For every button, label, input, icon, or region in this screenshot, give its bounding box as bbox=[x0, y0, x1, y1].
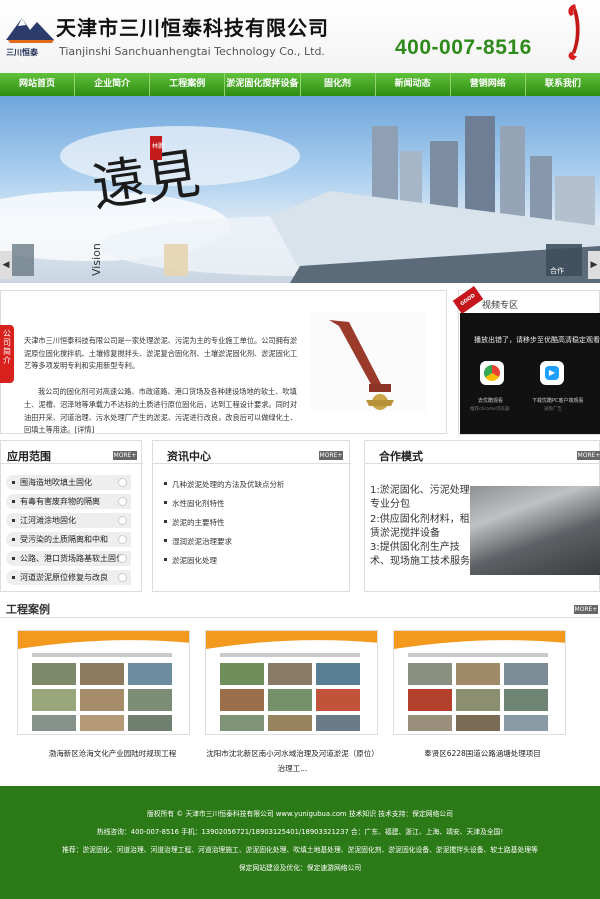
banner-seal: 林鹏 bbox=[152, 142, 164, 150]
about-paragraph-1: 天津市三川恒泰科技有限公司是一家处理淤泥、污泥为主的专业施工单位。公司拥有淤泥原… bbox=[24, 335, 298, 371]
application-item-label: 江河滩涂地固化 bbox=[20, 516, 76, 525]
divider bbox=[1, 463, 143, 464]
site-footer: 版权所有 © 天津市三川恒泰科技有限公司 www.yunigubua.com 技… bbox=[0, 786, 600, 899]
nav-curing-agent[interactable]: 固化剂 bbox=[301, 73, 376, 96]
youku-watch-link[interactable]: 去优酷观看 bbox=[478, 397, 503, 404]
hotline-number: 400-007-8516 bbox=[395, 36, 532, 59]
case-image-1 bbox=[18, 631, 189, 731]
banner-prev-button[interactable]: ◀ bbox=[0, 251, 12, 279]
divider bbox=[365, 463, 600, 464]
coop-title: 合作模式 bbox=[379, 450, 423, 463]
about-text: 天津市三川恒泰科技有限公司是一家处理淤泥、污泥为主的专业施工单位。公司拥有淤泥原… bbox=[24, 322, 300, 437]
application-item[interactable]: 受污染的土质隔离和中和 bbox=[6, 532, 131, 547]
news-item[interactable]: 湿润淤泥治理要求 bbox=[164, 536, 232, 547]
banner-vision-text: Vision bbox=[90, 243, 103, 276]
footer-copyright: 版权所有 © 天津市三川恒泰科技有限公司 www.yunigubua.com 技… bbox=[147, 810, 453, 818]
site-header: 三川恒泰 天津市三川恒泰科技有限公司 Tianjinshi Sanchuanhe… bbox=[0, 0, 600, 73]
application-item-label: 公路、港口货场路基软土固化 bbox=[20, 554, 124, 563]
banner-thumb-caption: 合作 bbox=[550, 266, 564, 275]
news-panel: 资讯中心 MORE+ bbox=[152, 440, 351, 592]
nav-marketing[interactable]: 营销网络 bbox=[451, 73, 526, 96]
telephone-icon bbox=[568, 4, 580, 60]
application-item[interactable]: 江河滩涂地固化 bbox=[6, 513, 131, 528]
application-more-button[interactable]: MORE+ bbox=[113, 451, 137, 460]
coop-text: 1:淤泥固化、污泥处理专业分包 2:供应固化剂材料，租赁淤泥搅拌设备 3:提供固… bbox=[370, 485, 470, 568]
cases-title: 工程案例 bbox=[6, 603, 50, 616]
banner-next-button[interactable]: ▶ bbox=[588, 251, 600, 279]
circle-icon bbox=[118, 554, 127, 563]
news-item[interactable]: 几种淤泥处理的方法及优缺点分析 bbox=[164, 479, 285, 490]
case-card[interactable] bbox=[205, 630, 378, 735]
video-error-message: 播放出错了，请移步至优酷高清稳定观看 bbox=[474, 336, 600, 344]
circle-icon bbox=[118, 516, 127, 525]
divider bbox=[153, 463, 351, 464]
mixer-equipment-image bbox=[311, 312, 426, 412]
footer-contact: 热线咨询：400-007-8516 手机：13902056721/1890312… bbox=[96, 828, 504, 836]
application-item-label: 围海造地吹填土固化 bbox=[20, 478, 92, 487]
banner-cityscape-image: 遠見 林鹏 Vision 合作 bbox=[0, 116, 600, 283]
coop-more-button[interactable]: MORE+ bbox=[577, 451, 600, 460]
company-name-cn: 天津市三川恒泰科技有限公司 bbox=[56, 16, 329, 40]
application-item-label: 河道淤泥原位修复与改良 bbox=[20, 573, 108, 582]
main-nav: 网站首页 企业简介 工程案例 淤泥固化搅拌设备 固化剂 新闻动态 营销网络 联系… bbox=[0, 73, 600, 96]
cases-more-button[interactable]: MORE+ bbox=[574, 605, 598, 614]
youku-watch-sub: 推荐chrome浏览器 bbox=[470, 407, 510, 412]
youku-app-icon[interactable] bbox=[480, 361, 504, 385]
hero-banner: 遠見 林鹏 Vision 合作 ◀ ▶ bbox=[0, 96, 600, 283]
nav-equipment[interactable]: 淤泥固化搅拌设备 bbox=[225, 73, 301, 96]
circle-icon bbox=[118, 535, 127, 544]
nav-contact[interactable]: 联系我们 bbox=[526, 73, 600, 96]
company-name-en: Tianjinshi Sanchuanhengtai Technology Co… bbox=[59, 45, 325, 58]
divider bbox=[0, 617, 600, 618]
case-card[interactable] bbox=[393, 630, 566, 735]
circle-icon bbox=[118, 478, 127, 487]
nav-about[interactable]: 企业简介 bbox=[75, 73, 151, 96]
footer-recommend: 推荐：淤泥固化、河道治理、河道治理工程、河道治理施工、淤泥固化处理、吹填土地基处… bbox=[62, 846, 538, 854]
coop-site-photo bbox=[470, 486, 600, 575]
youku-pc-client-icon[interactable]: ▶ bbox=[540, 361, 564, 385]
application-item[interactable]: 有毒有害废弃物的隔离 bbox=[6, 494, 131, 509]
circle-icon bbox=[118, 573, 127, 582]
circle-icon bbox=[118, 497, 127, 506]
logo-short-name: 三川恒泰 bbox=[6, 48, 38, 57]
application-item-label: 有毒有害废弃物的隔离 bbox=[20, 497, 100, 506]
case-card[interactable] bbox=[17, 630, 190, 735]
youku-download-sub: 减免广告 bbox=[544, 407, 562, 412]
youku-download-link[interactable]: 下载优酷PC客户端观看 bbox=[532, 397, 584, 404]
nav-home[interactable]: 网站首页 bbox=[0, 73, 76, 96]
case-image-3 bbox=[394, 631, 565, 731]
application-item[interactable]: 河道淤泥原位修复与改良 bbox=[6, 570, 131, 585]
video-player[interactable]: 播放出错了，请移步至优酷高清稳定观看 ▶ 去优酷观看 下载优酷PC客户端观看 推… bbox=[460, 313, 600, 434]
nav-news[interactable]: 新闻动态 bbox=[376, 73, 451, 96]
application-item[interactable]: 围海造地吹填土固化 bbox=[6, 475, 131, 490]
case-image-2 bbox=[206, 631, 377, 731]
application-item-label: 受污染的土质隔离和中和 bbox=[20, 535, 108, 544]
case-caption[interactable]: 奉贤区6228国道公路涵塘处理项目 bbox=[400, 746, 565, 761]
about-tag[interactable]: 公司简介 bbox=[0, 325, 14, 383]
video-title: 视频专区 bbox=[482, 301, 519, 311]
case-caption[interactable]: 沈阳市沈北新区南小河水域治理及河道淤泥（原位）治理工... bbox=[205, 746, 380, 776]
news-more-button[interactable]: MORE+ bbox=[319, 451, 343, 460]
footer-builder[interactable]: 保定网站建设及优化：保定速游网络公司 bbox=[0, 862, 600, 872]
nav-cases[interactable]: 工程案例 bbox=[150, 73, 226, 96]
case-caption[interactable]: 渤海新区沧海文化产业园陆时规现工程 bbox=[30, 746, 195, 761]
news-item[interactable]: 淤泥固化处理 bbox=[164, 555, 217, 566]
application-title: 应用范围 bbox=[7, 450, 51, 463]
news-item[interactable]: 水性固化剂特性 bbox=[164, 498, 225, 509]
news-title: 资讯中心 bbox=[167, 450, 211, 463]
about-paragraph-2[interactable]: 我公司的固化剂可对高速公路、市政道路、港口货场及各种建设场地的软土、吹填土、泥槽… bbox=[24, 386, 300, 437]
application-item[interactable]: 公路、港口货场路基软土固化 bbox=[6, 551, 131, 566]
news-item[interactable]: 淤泥的主要特性 bbox=[164, 517, 225, 528]
